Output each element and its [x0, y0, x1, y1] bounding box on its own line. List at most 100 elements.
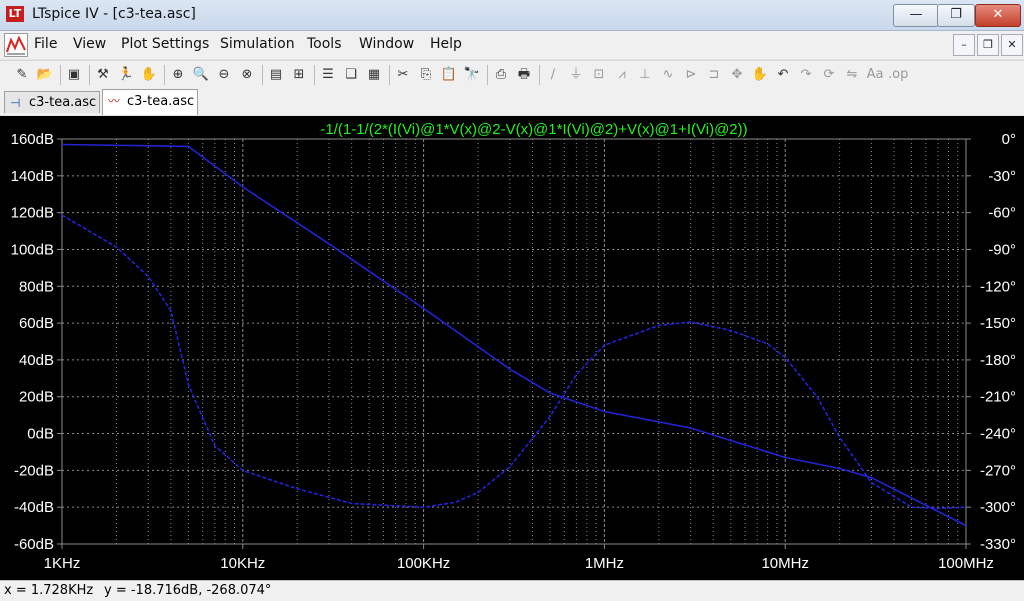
save-icon[interactable]: ▣ — [64, 65, 84, 85]
phase-trace[interactable] — [61, 214, 967, 510]
label-net-icon[interactable]: ⊡ — [589, 65, 609, 85]
y-tick-label-left: 0dB — [27, 426, 54, 443]
x-tick-label: 100KHz — [397, 555, 450, 572]
y-tick-label-right: -300° — [980, 499, 1016, 516]
trace-expression-label[interactable]: -1/(1-1/(2*(I(Vi)@1*V(x)@2-V(x)@1*I(Vi)@… — [320, 121, 747, 138]
zoom-in-icon[interactable]: ⊕ — [168, 65, 188, 85]
y-tick-label-right: -180° — [980, 352, 1016, 369]
toolbar-separator — [60, 65, 61, 85]
y-tick-label-left: 140dB — [11, 168, 54, 185]
waveform-plot[interactable]: 160dB 140dB 120dB 100dB 80dB 60dB 40dB 20dB 0dB -… — [0, 116, 1024, 580]
tab-waveform[interactable]: 〰 c3-tea.asc — [102, 89, 198, 115]
diode-icon[interactable]: ⊳ — [681, 65, 701, 85]
print-icon[interactable]: 🖶 — [514, 65, 534, 85]
resistor-icon[interactable]: ⩘ — [612, 65, 632, 85]
menu-simulation[interactable]: Simulation — [220, 36, 295, 52]
y-tick-label-left: 60dB — [19, 315, 54, 332]
print-preview-icon[interactable]: ⎙ — [491, 65, 511, 85]
wire-icon[interactable]: ∕ — [543, 65, 563, 85]
cascade-icon[interactable]: ❏ — [341, 65, 361, 85]
zoom-pan-icon[interactable]: 🔍 — [191, 65, 211, 85]
y-tick-label-right: -210° — [980, 389, 1016, 406]
paste-icon[interactable]: 📋 — [439, 65, 459, 85]
y-tick-label-left: 100dB — [11, 241, 54, 258]
y-tick-label-left: 160dB — [11, 131, 54, 148]
y-tick-label-right: 0° — [1002, 131, 1016, 148]
y-tick-label-right: -240° — [980, 426, 1016, 443]
toolbar-separator — [89, 65, 90, 85]
toolbar: ✎ 📂 ▣ ⚒ 🏃 ✋ ⊕ 🔍 ⊖ ⊗ ▤ ⊞ ☰ ❏ ▦ ✂ ⎘ 📋 🔭 ⎙ 🖶 ∕ ⏚ ⊡ ⩘ ⊥ ∿ ⊳ ⊐ ✥ ✋ ↶ ↷ ⟳ ⇋ Aa .op — [0, 60, 1024, 90]
tab-schematic-label: c3-tea.asc — [29, 95, 97, 110]
drag-icon[interactable]: ✋ — [750, 65, 770, 85]
plot-frame — [61, 138, 967, 545]
y-tick-label-left: -20dB — [14, 462, 54, 479]
find-icon[interactable]: 🔭 — [462, 65, 482, 85]
tile-horizontal-icon[interactable]: ☰ — [318, 65, 338, 85]
toolbar-separator — [539, 65, 540, 85]
x-tick-label: 10KHz — [220, 555, 265, 572]
waveform-window-icon — [4, 33, 28, 57]
ltspice-logo-icon: LT — [6, 6, 24, 22]
inductor-icon[interactable]: ∿ — [658, 65, 678, 85]
ground-icon[interactable]: ⏚ — [566, 65, 586, 85]
mirror-icon[interactable]: ⇋ — [842, 65, 862, 85]
y-tick-label-right: -60° — [988, 205, 1016, 222]
undo-icon[interactable]: ↶ — [773, 65, 793, 85]
x-tick-label: 1KHz — [44, 555, 81, 572]
y-tick-label-left: 40dB — [19, 352, 54, 369]
window-title: LTspice IV - [c3-tea.asc] — [32, 6, 196, 22]
menu-bar: File View Plot Settings Simulation Tools… — [0, 31, 1024, 59]
text-icon[interactable]: Aa — [865, 65, 885, 85]
tile-vertical-icon[interactable]: ▦ — [364, 65, 384, 85]
copy-icon[interactable]: ⎘ — [416, 65, 436, 85]
cut-icon[interactable]: ✂ — [393, 65, 413, 85]
menu-view[interactable]: View — [73, 36, 106, 52]
cursor-y-readout: y = -18.716dB, -268.074° — [104, 583, 272, 598]
status-bar: x = 1.728KHz y = -18.716dB, -268.074° — [0, 580, 1024, 601]
y-tick-label-right: -330° — [980, 536, 1016, 553]
y-tick-label-left: -40dB — [14, 499, 54, 516]
toolbar-separator — [487, 65, 488, 85]
toolbar-separator — [389, 65, 390, 85]
component-icon[interactable]: ⊐ — [704, 65, 724, 85]
tab-waveform-label: c3-tea.asc — [127, 94, 195, 109]
capacitor-icon[interactable]: ⊥ — [635, 65, 655, 85]
y-tick-label-right: -120° — [980, 278, 1016, 295]
x-tick-label: 10MHz — [761, 555, 809, 572]
run-icon[interactable]: 🏃 — [116, 65, 136, 85]
menu-window[interactable]: Window — [359, 36, 414, 52]
y-tick-label-right: -30° — [988, 168, 1016, 185]
magnitude-trace[interactable] — [61, 143, 967, 527]
y-tick-label-left: 20dB — [19, 389, 54, 406]
y-tick-label-right: -150° — [980, 315, 1016, 332]
zoom-out-icon[interactable]: ⊖ — [214, 65, 234, 85]
zoom-fit-icon[interactable]: ⊗ — [237, 65, 257, 85]
pan-icon[interactable]: ✋ — [139, 65, 159, 85]
y-tick-label-left: 80dB — [19, 278, 54, 295]
bode-chart[interactable]: 160dB 140dB 120dB 100dB 80dB 60dB 40dB 20dB 0dB -… — [0, 116, 1024, 580]
menu-help[interactable]: Help — [430, 36, 462, 52]
redo-icon[interactable]: ↷ — [796, 65, 816, 85]
autorange-icon[interactable]: ▤ — [266, 65, 286, 85]
mdi-restore-button[interactable]: ❐ — [977, 34, 999, 56]
menu-tools[interactable]: Tools — [307, 36, 342, 52]
toolbar-separator — [314, 65, 315, 85]
move-icon[interactable]: ✥ — [727, 65, 747, 85]
close-button[interactable]: ✕ — [975, 4, 1021, 27]
toolbar-separator — [262, 65, 263, 85]
new-schematic-icon[interactable]: ✎ — [12, 65, 32, 85]
tab-schematic[interactable]: ⊣ c3-tea.asc — [4, 91, 100, 113]
toolbar-separator — [164, 65, 165, 85]
restore-button[interactable]: ❐ — [937, 4, 975, 27]
minimize-button[interactable]: — — [893, 4, 939, 27]
menu-plot-settings[interactable]: Plot Settings — [121, 36, 209, 52]
fit-icon[interactable]: ⊞ — [289, 65, 309, 85]
open-icon[interactable]: 📂 — [35, 65, 55, 85]
mdi-close-button[interactable]: ✕ — [1001, 34, 1023, 56]
title-bar: LT LTspice IV - [c3-tea.asc] — ❐ ✕ — [0, 0, 1024, 31]
mdi-minimize-button[interactable]: – — [953, 34, 975, 56]
menu-file[interactable]: File — [34, 36, 57, 52]
control-panel-icon[interactable]: ⚒ — [93, 65, 113, 85]
spice-directive-icon[interactable]: .op — [888, 65, 908, 85]
rotate-icon[interactable]: ⟳ — [819, 65, 839, 85]
